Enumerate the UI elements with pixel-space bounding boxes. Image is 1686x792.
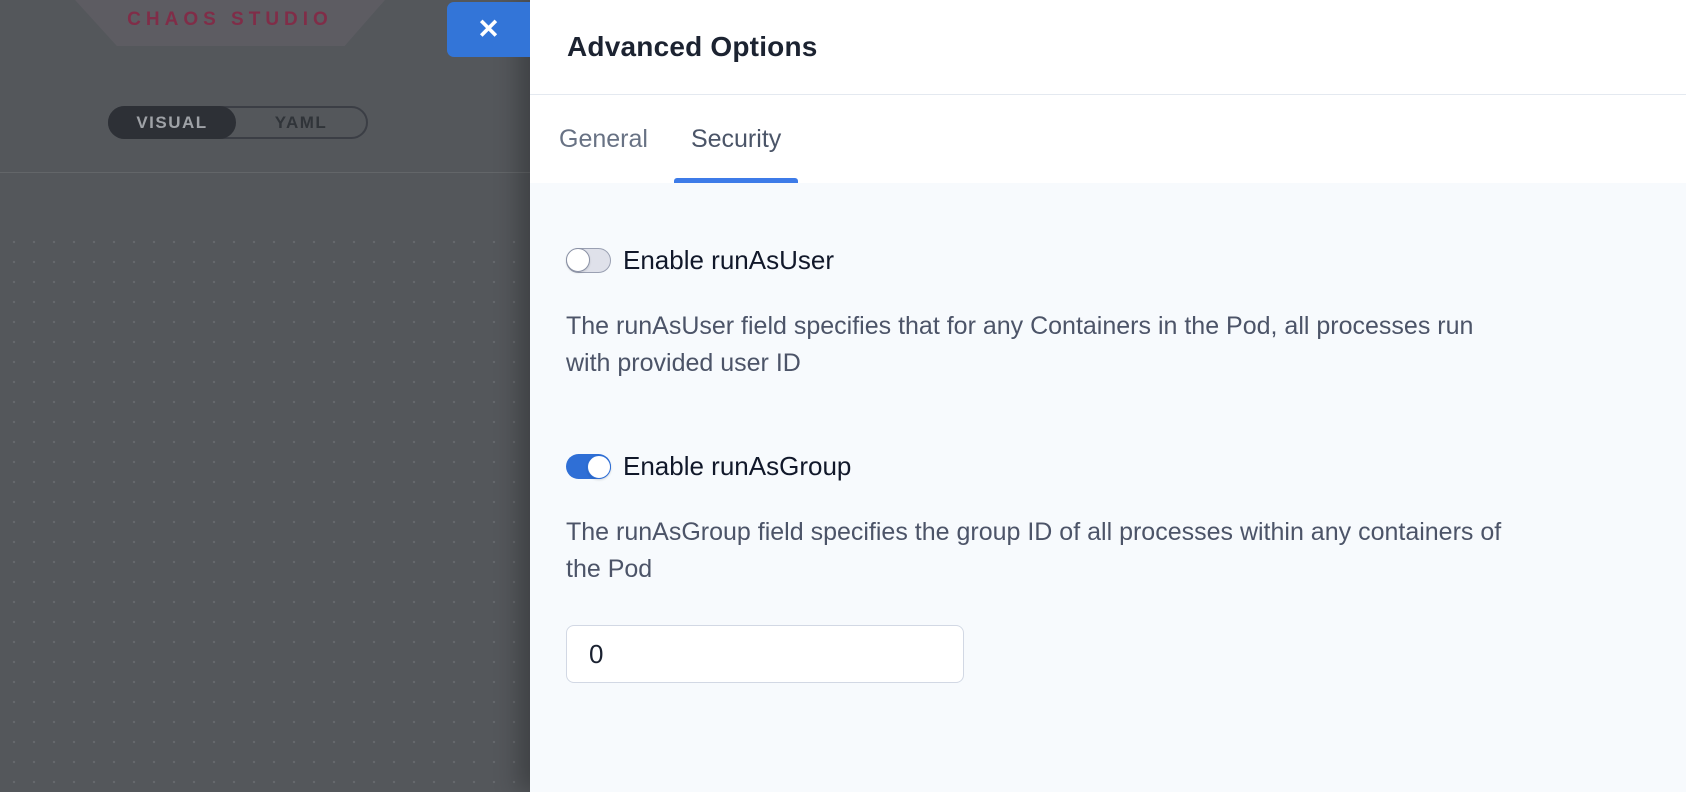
runasuser-section: Enable runAsUser The runAsUser field spe…	[566, 245, 1646, 381]
active-tab-indicator	[674, 178, 798, 183]
yaml-view-tab[interactable]: YAML	[236, 108, 366, 137]
chaos-studio-canvas: CHAOS STUDIO VISUAL YAML	[0, 0, 530, 792]
chaos-studio-logo-text: CHAOS STUDIO	[127, 9, 333, 37]
chaos-studio-logo: CHAOS STUDIO	[75, 0, 385, 46]
visual-view-tab[interactable]: VISUAL	[108, 106, 236, 139]
tab-security-label: Security	[691, 125, 781, 154]
yaml-view-label: YAML	[275, 113, 328, 133]
runasgroup-toggle-label: Enable runAsGroup	[623, 451, 851, 482]
drawer-header: Advanced Options	[530, 0, 1686, 95]
security-tab-content: Enable runAsUser The runAsUser field spe…	[530, 183, 1686, 792]
runasuser-toggle[interactable]	[566, 248, 611, 273]
runasgroup-section: Enable runAsGroup The runAsGroup field s…	[566, 451, 1646, 683]
runasuser-toggle-label: Enable runAsUser	[623, 245, 834, 276]
runasuser-toggle-row: Enable runAsUser	[566, 245, 1646, 276]
close-drawer-button[interactable]: ✕	[447, 2, 530, 57]
tab-general-label: General	[559, 125, 648, 154]
runasgroup-toggle-row: Enable runAsGroup	[566, 451, 1646, 482]
canvas-dot-grid	[0, 240, 530, 792]
close-icon: ✕	[477, 16, 500, 43]
runasgroup-value-input[interactable]	[566, 625, 964, 683]
tab-security[interactable]: Security	[674, 95, 798, 183]
runasuser-description: The runAsUser field specifies that for a…	[566, 308, 1506, 381]
canvas-toolbar-divider	[0, 172, 530, 173]
app-window: CHAOS STUDIO VISUAL YAML ✕ Advanced Opti…	[0, 0, 1686, 792]
runasgroup-toggle[interactable]	[566, 454, 611, 479]
runasgroup-toggle-knob	[587, 455, 611, 479]
visual-view-label: VISUAL	[136, 113, 207, 133]
drawer-title: Advanced Options	[530, 31, 818, 63]
tab-general[interactable]: General	[542, 95, 665, 183]
visual-yaml-segmented-control: VISUAL YAML	[108, 106, 368, 139]
runasuser-toggle-knob	[566, 248, 590, 272]
runasgroup-description: The runAsGroup field specifies the group…	[566, 514, 1506, 587]
drawer-tab-bar: General Security	[530, 95, 1686, 183]
advanced-options-drawer: Advanced Options General Security Enable…	[530, 0, 1686, 792]
